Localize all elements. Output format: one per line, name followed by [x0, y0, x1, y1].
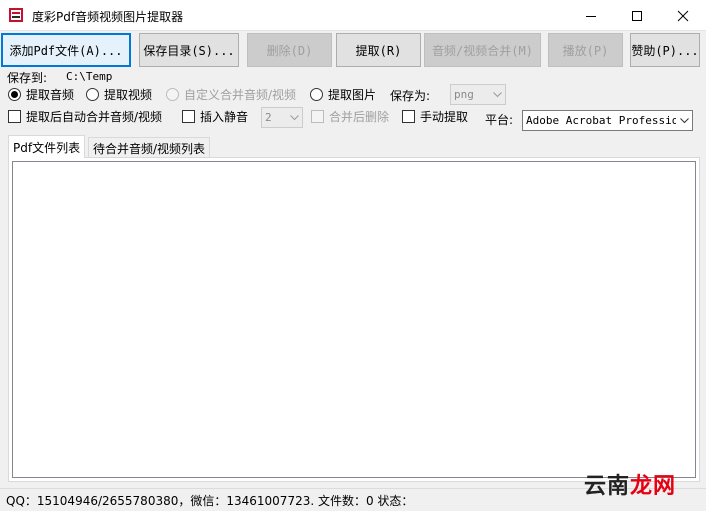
- maximize-icon: [632, 10, 642, 21]
- auto-merge-checkbox[interactable]: 提取后自动合并音频/视频: [8, 108, 162, 125]
- radio-disabled-icon: [166, 88, 179, 101]
- save-dir-button[interactable]: 保存目录(S)...: [139, 33, 239, 67]
- add-pdf-button[interactable]: 添加Pdf文件(A)...: [1, 33, 131, 67]
- extract-video-radio[interactable]: 提取视频: [86, 86, 152, 103]
- checkbox-icon: [402, 110, 415, 123]
- app-icon: [9, 8, 23, 22]
- checkbox-disabled-icon: [311, 110, 324, 123]
- tab-merge-list[interactable]: 待合并音频/视频列表: [88, 137, 211, 158]
- extract-image-radio[interactable]: 提取图片: [310, 86, 376, 103]
- maximize-button[interactable]: [614, 0, 660, 31]
- donate-button[interactable]: 赞助(P)...: [630, 33, 700, 67]
- chevron-down-icon: [676, 111, 692, 130]
- save-as-select[interactable]: png: [450, 84, 506, 105]
- pdf-file-list[interactable]: [12, 161, 696, 478]
- status-text: QQ：15104946/2655780380，微信：13461007723. 文…: [6, 493, 414, 508]
- save-to-path: C:\Temp: [66, 70, 113, 83]
- custom-merge-radio[interactable]: 自定义合并音频/视频: [166, 86, 296, 103]
- minimize-button[interactable]: [568, 0, 614, 31]
- platform-select[interactable]: Adobe Acrobat Profession: [522, 110, 693, 131]
- delete-after-merge-checkbox[interactable]: 合并后删除: [311, 108, 389, 125]
- insert-silence-checkbox[interactable]: 插入静音: [182, 108, 248, 125]
- radio-icon: [86, 88, 99, 101]
- watermark-logo: 云南龙网: [583, 474, 676, 499]
- close-button[interactable]: [660, 0, 706, 31]
- platform-label: 平台:: [485, 113, 514, 127]
- save-to-label: 保存到:: [7, 71, 48, 85]
- extract-button[interactable]: 提取(R): [336, 33, 421, 67]
- close-icon: [677, 10, 689, 21]
- checkbox-icon: [182, 110, 195, 123]
- checkbox-icon: [8, 110, 21, 123]
- window-title: 度彩Pdf音频视频图片提取器: [32, 10, 184, 24]
- manual-extract-checkbox[interactable]: 手动提取: [402, 108, 468, 125]
- tab-panel: [8, 157, 700, 482]
- radio-icon: [310, 88, 323, 101]
- merge-av-button[interactable]: 音频/视频合并(M): [424, 33, 541, 67]
- chevron-down-icon: [286, 108, 302, 127]
- title-bar: 度彩Pdf音频视频图片提取器: [0, 0, 706, 31]
- extract-audio-radio[interactable]: 提取音频: [8, 86, 74, 103]
- chevron-down-icon: [489, 85, 505, 104]
- delete-button[interactable]: 删除(D): [247, 33, 332, 67]
- minimize-icon: [586, 15, 596, 17]
- tab-pdf-file-list[interactable]: Pdf文件列表: [8, 135, 86, 158]
- play-button[interactable]: 播放(P): [548, 33, 623, 67]
- silence-select[interactable]: 2: [261, 107, 303, 128]
- save-as-label: 保存为:: [390, 89, 431, 103]
- radio-checked-icon: [8, 88, 21, 101]
